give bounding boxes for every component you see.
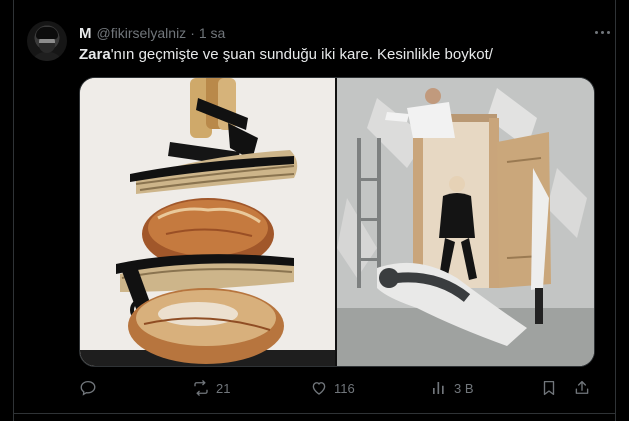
avatar[interactable] [27,21,67,61]
post-header: M @fikirselyalniz · 1 sa [79,24,225,42]
bookmark-icon [543,380,555,396]
timeline-border-left [13,0,14,421]
views-button[interactable]: 3 B [430,378,474,398]
more-options-icon[interactable] [590,23,614,41]
timeline-border-right [615,0,616,421]
share-icon [575,380,589,394]
media-grid [79,77,595,367]
views-count: 3 B [454,380,474,396]
like-icon [312,382,326,395]
photo-fashion-shoot[interactable] [337,78,594,366]
repost-icon [194,380,208,396]
like-count: 116 [334,380,355,396]
share-button[interactable] [573,378,591,398]
repost-button[interactable]: 21 [192,378,230,398]
repost-count: 21 [216,380,231,396]
views-icon [433,382,444,394]
bookmark-button[interactable] [540,378,558,398]
display-name[interactable]: M [79,25,92,42]
post-text-body: 'nın geçmişte ve şuan sunduğu iki kare. … [110,46,493,63]
like-button[interactable]: 116 [310,378,355,398]
post-time[interactable]: 1 sa [199,25,225,41]
post-text: Zara'nın geçmişte ve şuan sunduğu iki ka… [79,45,493,65]
post-actions: 21 116 3 B [79,378,599,398]
post-divider [13,413,616,414]
brand-mention: Zara [79,46,111,63]
separator-dot: · [190,25,195,41]
reply-icon [80,380,96,396]
user-handle[interactable]: @fikirselyalniz [97,25,187,41]
photo-shoe-bread[interactable] [80,78,335,366]
reply-button[interactable] [79,378,97,398]
